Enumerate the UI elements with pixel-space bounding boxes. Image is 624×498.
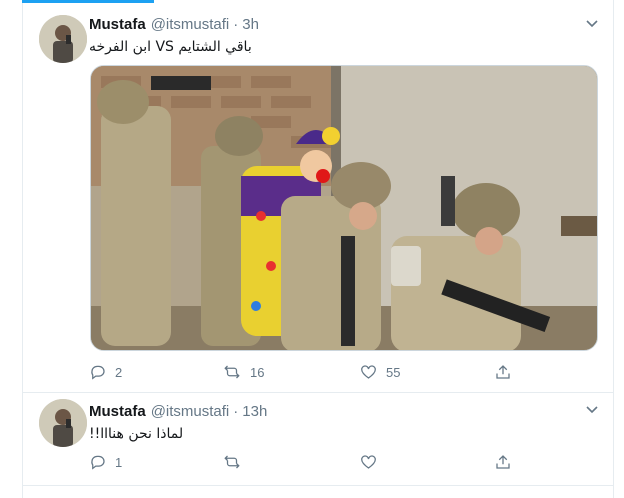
tweet-actions: 2 16 55 — [89, 361, 529, 383]
retweet-button[interactable]: 16 — [222, 361, 264, 383]
tweet-photo[interactable] — [90, 65, 598, 351]
tweet-time[interactable]: 13h — [242, 403, 267, 420]
retweet-icon — [224, 365, 240, 379]
reply-button[interactable]: 1 — [89, 451, 122, 473]
like-count: 55 — [386, 364, 401, 380]
tweet-text: باقي الشتايم VS ابن الفرخه — [89, 39, 252, 55]
retweet-icon — [224, 455, 240, 469]
separator-dot: · — [233, 15, 239, 33]
reply-icon — [91, 455, 105, 470]
tweet[interactable]: Mustafa @itsmustafi · 3h باقي الشتايم VS… — [22, 4, 614, 392]
avatar[interactable] — [39, 399, 87, 447]
like-button[interactable] — [359, 451, 386, 473]
retweet-button[interactable] — [222, 451, 250, 473]
tweet-text: لماذا نحن هنااا!! — [89, 426, 184, 442]
tweet-header: Mustafa @itsmustafi · 3h — [89, 14, 259, 34]
author-handle[interactable]: @itsmustafi — [151, 16, 230, 33]
tweet-header: Mustafa @itsmustafi · 13h — [89, 401, 267, 421]
separator-dot: · — [233, 402, 239, 420]
like-button[interactable]: 55 — [359, 361, 400, 383]
share-button[interactable] — [494, 361, 520, 383]
reply-icon — [91, 365, 105, 380]
retweet-count: 16 — [250, 364, 265, 380]
reply-count: 2 — [115, 364, 123, 380]
reply-button[interactable]: 2 — [89, 361, 122, 383]
tab-underline — [22, 0, 154, 3]
next-tweet-partial — [22, 486, 614, 498]
tweet[interactable]: Mustafa @itsmustafi · 13h لماذا نحن هناا… — [22, 393, 614, 485]
author-name[interactable]: Mustafa — [89, 16, 146, 33]
tweet-time[interactable]: 3h — [242, 16, 259, 33]
share-icon — [496, 365, 510, 379]
author-name[interactable]: Mustafa — [89, 403, 146, 420]
share-button[interactable] — [494, 451, 520, 473]
chevron-down-icon[interactable] — [582, 399, 602, 419]
share-icon — [496, 455, 510, 469]
author-handle[interactable]: @itsmustafi — [151, 403, 230, 420]
chevron-down-icon[interactable] — [582, 13, 602, 33]
tweet-actions: 1 — [89, 451, 529, 473]
like-icon — [361, 365, 376, 379]
reply-count: 1 — [115, 454, 123, 470]
like-icon — [361, 455, 376, 469]
avatar[interactable] — [39, 15, 87, 63]
